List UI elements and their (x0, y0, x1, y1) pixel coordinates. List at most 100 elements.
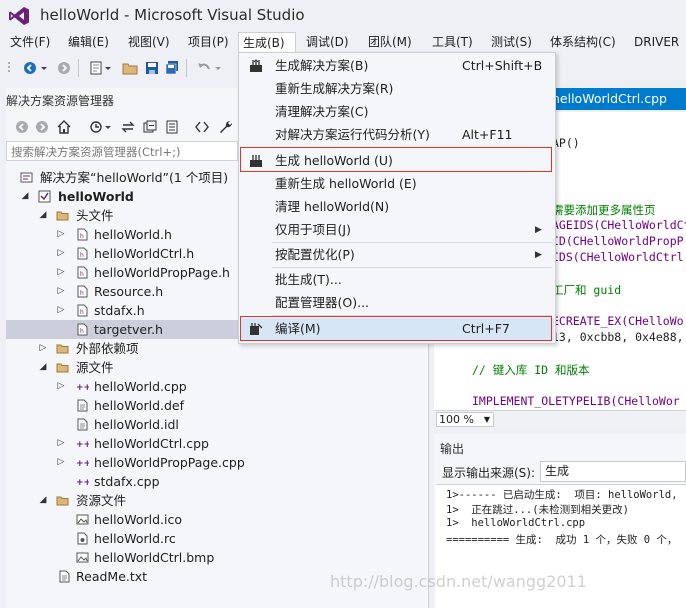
undo-icon[interactable] (196, 60, 212, 76)
tree-item-label: stdafx.cpp (94, 474, 160, 489)
sync-icon[interactable] (120, 119, 136, 135)
menu-item-clean-solution[interactable]: 清理解决方案(C) (240, 101, 554, 123)
menu-item-build-solution[interactable]: 生成解决方案(B) Ctrl+Shift+B (240, 55, 554, 77)
menu-build[interactable]: 生成(B) (238, 32, 296, 52)
tab-editor-file[interactable]: helloWorldCtrl.cpp (548, 88, 686, 110)
new-dropdown-icon[interactable] (104, 60, 112, 76)
toolbar-grip-icon (8, 62, 10, 72)
menu-item-configuration-manager[interactable]: 配置管理器(O)... (240, 292, 554, 314)
expanded-arrow-icon[interactable]: ◢ (38, 491, 48, 510)
wrench-icon[interactable] (218, 119, 234, 135)
save-icon[interactable] (144, 60, 160, 76)
expanded-arrow-icon[interactable]: ◢ (38, 206, 48, 225)
tree-item-folder[interactable]: ◢ 源文件 (6, 358, 426, 377)
tree-item-label: helloWorld (58, 189, 134, 204)
collapsed-arrow-icon[interactable]: ▷ (38, 339, 48, 358)
menu-test[interactable]: 测试(S) (487, 32, 536, 52)
tree-item-label: 头文件 (76, 208, 114, 223)
tree-item-label: 解决方案“helloWorld”(1 个项目) (40, 170, 229, 185)
build-menu-dropdown: 生成解决方案(B) Ctrl+Shift+B 重新生成解决方案(R) 清理解决方… (238, 52, 556, 344)
header-file-icon: h (77, 285, 88, 298)
code-line: AP() (552, 136, 580, 150)
collapsed-arrow-icon[interactable]: ▷ (56, 282, 66, 301)
back-dropdown-icon[interactable] (40, 60, 48, 76)
tree-item-file[interactable]: helloWorld.rc (6, 529, 426, 548)
output-line: ========== 生成: 成功 1 个，失败 0 个， (446, 534, 678, 546)
menu-architecture[interactable]: 体系结构(C) (546, 32, 620, 52)
collapsed-arrow-icon[interactable]: ▷ (56, 453, 66, 472)
undo-dropdown-icon[interactable] (214, 60, 222, 76)
menu-item-rebuild-project[interactable]: 重新生成 helloWorld (E) (240, 173, 554, 195)
expanded-arrow-icon[interactable]: ◢ (38, 358, 48, 377)
tree-item-file[interactable]: helloWorldCtrl.bmp (6, 548, 426, 567)
tree-item-file[interactable]: helloWorld.def (6, 396, 426, 415)
collapsed-arrow-icon[interactable]: ▷ (56, 263, 66, 282)
collapsed-arrow-icon[interactable]: ▷ (56, 225, 66, 244)
solution-explorer-toolbar (6, 112, 246, 140)
output-source-label: 显示输出来源(S): (442, 466, 536, 480)
menu-item-profile-guided-optimization[interactable]: 按配置优化(P) ▶ (240, 244, 554, 266)
tree-item-folder[interactable]: ◢ 资源文件 (6, 491, 426, 510)
menu-item-batch-build[interactable]: 批生成(T)... (240, 269, 554, 291)
output-source-select[interactable]: 生成 (540, 461, 686, 482)
tree-item-label: helloWorld.ico (94, 512, 182, 527)
tree-item-file[interactable]: ▷ ++ helloWorld.cpp (6, 377, 426, 396)
properties-icon[interactable] (164, 119, 180, 135)
collapsed-arrow-icon[interactable]: ▷ (56, 301, 66, 320)
menu-project[interactable]: 项目(P) (184, 32, 233, 52)
zoom-select[interactable]: 100 % ▼ (436, 412, 494, 427)
menu-item-run-code-analysis[interactable]: 对解决方案运行代码分析(Y) Alt+F11 (240, 124, 554, 146)
back-icon[interactable] (14, 119, 30, 135)
collapsed-arrow-icon[interactable]: ▷ (56, 244, 66, 263)
back-icon[interactable] (22, 60, 38, 76)
image-file-icon (76, 514, 89, 525)
collapsed-arrow-icon[interactable]: ▷ (56, 377, 66, 396)
menu-edit[interactable]: 编辑(E) (64, 32, 113, 52)
code-line: ID(CHelloWorldPropP (552, 234, 684, 248)
menu-item-label: 清理 helloWorld(N) (275, 199, 390, 214)
forward-icon[interactable] (56, 60, 72, 76)
submenu-arrow-icon: ▶ (535, 250, 542, 260)
tree-item-label: 资源文件 (76, 493, 127, 508)
output-line: 1> 正在跳过...(未检测到相关更改) (446, 504, 629, 516)
collapse-all-icon[interactable] (142, 119, 158, 135)
home-icon[interactable] (56, 119, 72, 135)
tree-item-label: Resource.h (94, 284, 164, 299)
filter-dropdown-icon[interactable] (104, 119, 112, 135)
solution-explorer-search-input[interactable]: 搜索解决方案资源管理器(Ctrl+;) (6, 141, 238, 161)
tree-item-file[interactable]: ▷ ++ helloWorldPropPage.cpp (6, 453, 426, 472)
menu-debug[interactable]: 调试(D) (302, 32, 353, 52)
tree-item-file[interactable]: helloWorld.ico (6, 510, 426, 529)
expanded-arrow-icon[interactable]: ◢ (20, 187, 30, 206)
cpp-file-icon: ++ (76, 383, 89, 393)
save-all-icon[interactable] (164, 60, 180, 76)
menu-item-label: 配置管理器(O)... (275, 295, 370, 310)
menu-tools[interactable]: 工具(T) (428, 32, 477, 52)
header-file-icon: h (77, 247, 88, 260)
menu-team[interactable]: 团队(M) (364, 32, 416, 52)
menu-item-label: 清理解决方案(C) (275, 104, 369, 119)
tree-item-label: stdafx.h (94, 303, 145, 318)
collapsed-arrow-icon[interactable]: ▷ (56, 434, 66, 453)
menu-item-project-only[interactable]: 仅用于项目(J) ▶ (240, 219, 554, 241)
tree-item-file[interactable]: ++ stdafx.cpp (6, 472, 426, 491)
tree-item-file[interactable]: ▷ ++ helloWorldCtrl.cpp (6, 434, 426, 453)
menu-driver[interactable]: DRIVER (630, 32, 683, 52)
pending-changes-filter-icon[interactable] (88, 119, 104, 135)
tree-item-label: targetver.h (94, 322, 163, 337)
highlight-box (240, 147, 552, 172)
menu-item-rebuild-solution[interactable]: 重新生成解决方案(R) (240, 78, 554, 100)
tree-item-file[interactable]: helloWorld.idl (6, 415, 426, 434)
menu-file[interactable]: 文件(F) (6, 32, 54, 52)
rc-file-icon (77, 532, 88, 545)
cpp-file-icon: ++ (76, 459, 89, 469)
highlight-box (240, 316, 552, 341)
cpp-file-icon: ++ (76, 440, 89, 450)
forward-icon[interactable] (34, 119, 50, 135)
menu-view[interactable]: 视图(V) (124, 32, 174, 52)
tree-item-label: ReadMe.txt (76, 569, 148, 584)
open-folder-icon[interactable] (122, 60, 138, 76)
new-project-icon[interactable] (88, 60, 104, 76)
view-code-icon[interactable] (194, 119, 210, 135)
menu-item-clean-project[interactable]: 清理 helloWorld(N) (240, 196, 554, 218)
